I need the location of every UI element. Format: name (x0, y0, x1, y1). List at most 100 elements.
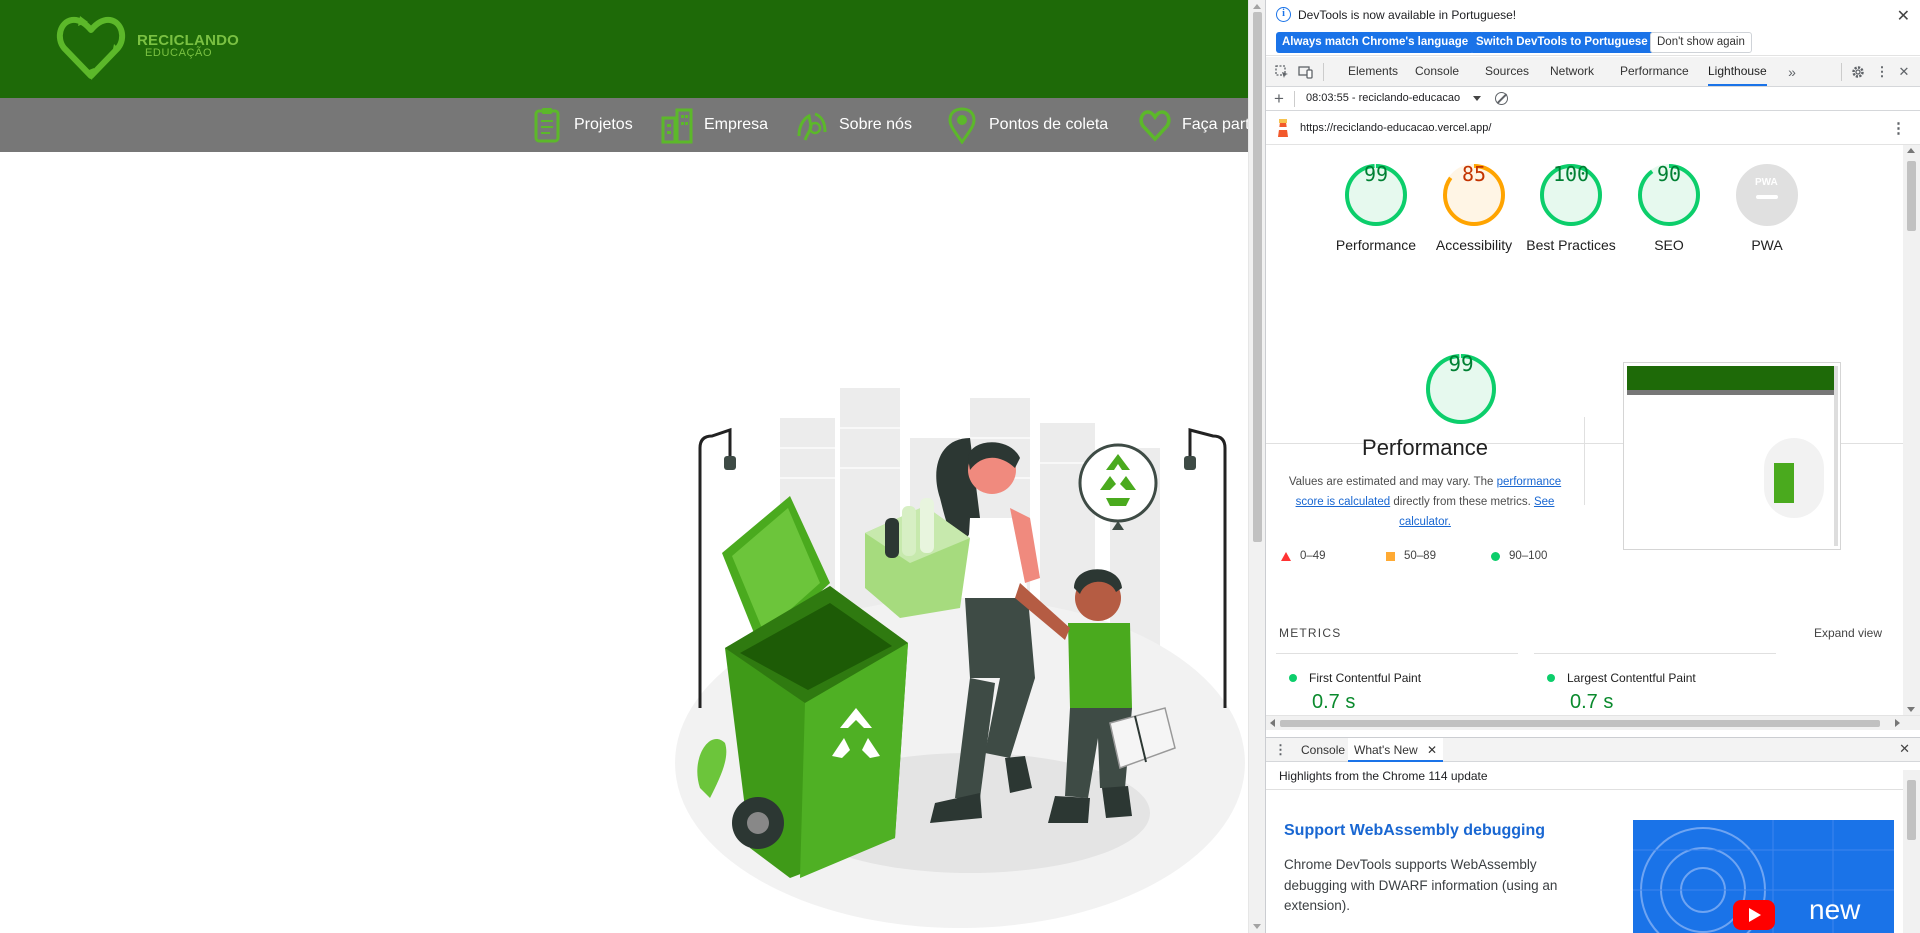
metric-value: 0.7 s (1570, 691, 1614, 713)
gauge-label: Best Practices (1526, 237, 1616, 253)
gauge-best-practices[interactable]: 100 Best Practices (1526, 162, 1615, 255)
metric-divider (1534, 653, 1776, 654)
tab-elements[interactable]: Elements (1348, 57, 1398, 86)
gauge-ring: 90 (1636, 162, 1702, 228)
final-screenshot-thumbnail[interactable] (1623, 362, 1841, 550)
gauge-performance[interactable]: 99 Performance (1336, 162, 1416, 255)
nav-item-sobre-nos[interactable]: Sobre nós (795, 98, 912, 152)
drawer-tab-console[interactable]: Console (1301, 738, 1345, 762)
scroll-left-arrow-icon[interactable] (1270, 719, 1275, 727)
gauge-value: 85 (1461, 162, 1487, 186)
report-horizontal-scrollbar[interactable] (1266, 715, 1920, 730)
scroll-thumb[interactable] (1907, 161, 1916, 231)
clear-reports-icon[interactable] (1495, 92, 1508, 105)
nav-item-pontos-de-coleta[interactable]: Pontos de coleta (945, 98, 1108, 152)
gauge-ring: 100 (1538, 162, 1604, 228)
close-drawer-icon[interactable]: ✕ (1899, 741, 1910, 757)
metric-fcp: First Contentful Paint 0.7 s (1289, 671, 1421, 714)
gauge-label: PWA (1751, 237, 1783, 253)
tab-performance[interactable]: Performance (1620, 57, 1689, 86)
legend-range: 0–49 (1300, 550, 1326, 562)
legend-average: 50–89 (1386, 550, 1436, 562)
performance-big-gauge: 99 (1386, 352, 1536, 426)
legend-range: 90–100 (1509, 550, 1548, 562)
scroll-right-arrow-icon[interactable] (1895, 719, 1900, 727)
metric-value: 0.7 s (1312, 691, 1356, 713)
nav-item-projetos[interactable]: Projetos (530, 98, 633, 152)
gauge-accessibility[interactable]: 85 Accessibility (1436, 162, 1512, 255)
tab-console[interactable]: Console (1415, 57, 1459, 86)
lighthouse-toolbar: + 08:03:55 - reciclando-educacao (1266, 87, 1920, 111)
map-pin-icon (948, 107, 976, 144)
website-viewport: RECICLANDO EDUCAÇÃO Projetos Empresa Sob… (0, 0, 1248, 933)
whats-new-body: Support WebAssembly debugging Chrome Dev… (1266, 790, 1903, 933)
gear-icon[interactable] (1850, 64, 1866, 80)
audited-url[interactable]: https://reciclando-educacao.vercel.app/ (1300, 122, 1491, 134)
orange-square-icon (1386, 551, 1395, 561)
more-tabs-chevron-icon[interactable]: » (1784, 64, 1800, 80)
drawer-tab-whats-new[interactable]: What's New ✕ (1348, 738, 1444, 762)
whats-new-video-thumbnail[interactable]: new (1633, 820, 1894, 933)
tab-sources[interactable]: Sources (1485, 57, 1529, 86)
report-scrollbar[interactable] (1903, 145, 1920, 715)
inspect-element-icon[interactable] (1274, 64, 1290, 80)
page-scrollbar[interactable] (1248, 0, 1265, 933)
video-label: new (1809, 894, 1861, 925)
switch-to-portuguese-button[interactable]: Switch DevTools to Portuguese (1470, 32, 1654, 53)
gauge-value: 90 (1656, 162, 1682, 186)
drawer-menu-kebab-icon[interactable]: ⋮ (1274, 742, 1287, 758)
dropdown-caret-icon[interactable] (1473, 96, 1481, 101)
toolbar-divider (1294, 91, 1295, 107)
gauge-pwa[interactable]: PWA PWA (1734, 162, 1800, 255)
nav-label: Projetos (574, 116, 633, 133)
report-select[interactable]: 08:03:55 - reciclando-educacao (1306, 92, 1476, 104)
heart-recycle-icon (1139, 110, 1171, 142)
metric-name: First Contentful Paint (1309, 671, 1422, 685)
always-match-language-button[interactable]: Always match Chrome's language (1276, 32, 1475, 53)
report-menu-kebab-icon[interactable]: ⋮ (1891, 119, 1906, 137)
gauge-value: 99 (1363, 162, 1389, 186)
legend-pass: 90–100 (1491, 550, 1547, 562)
scroll-down-arrow-icon[interactable] (1907, 707, 1915, 712)
scroll-thumb[interactable] (1280, 720, 1880, 727)
pass-dot-icon (1547, 674, 1555, 682)
expand-view-button[interactable]: Expand view (1814, 626, 1882, 640)
tab-network[interactable]: Network (1550, 57, 1594, 86)
scroll-thumb[interactable] (1253, 12, 1262, 542)
logo-subtitle: EDUCAÇÃO (145, 47, 213, 59)
site-nav: Projetos Empresa Sobre nós Pontos de col… (0, 98, 1248, 152)
close-icon[interactable]: ✕ (1897, 6, 1910, 26)
whats-new-headline[interactable]: Support WebAssembly debugging (1284, 822, 1545, 840)
dont-show-again-button[interactable]: Don't show again (1650, 32, 1752, 53)
recycle-heart-logo-icon[interactable] (54, 10, 128, 84)
gauge-ring: 85 (1441, 162, 1507, 228)
kebab-menu-icon[interactable]: ⋮ (1874, 64, 1890, 80)
close-tab-icon[interactable]: ✕ (1427, 743, 1437, 757)
toolbar-divider (1841, 63, 1842, 81)
nav-item-empresa[interactable]: Empresa (660, 98, 768, 152)
hands-icon (797, 112, 827, 141)
close-devtools-icon[interactable]: ✕ (1896, 64, 1912, 80)
gauge-seo[interactable]: 90 SEO (1636, 162, 1702, 255)
drawer-scrollbar[interactable] (1903, 770, 1920, 933)
scroll-up-arrow-icon[interactable] (1253, 4, 1261, 9)
performance-heading: Performance (1362, 435, 1488, 460)
nav-label: Sobre nós (839, 116, 912, 133)
scroll-thumb[interactable] (1907, 780, 1916, 840)
youtube-play-icon[interactable] (1733, 900, 1775, 930)
thumb-header (1627, 366, 1837, 390)
scroll-up-arrow-icon[interactable] (1907, 148, 1915, 153)
info-icon: i (1276, 7, 1291, 22)
nav-label: Faça part (1182, 116, 1248, 133)
nav-item-faca-parte[interactable]: Faça part (1138, 98, 1248, 152)
device-toolbar-icon[interactable] (1298, 64, 1314, 80)
nav-label: Pontos de coleta (989, 116, 1109, 133)
devtools-panel: i DevTools is now available in Portugues… (1265, 0, 1920, 933)
thumb-scrollbar (1834, 366, 1838, 546)
gauge-label: Performance (1335, 237, 1417, 253)
scroll-down-arrow-icon[interactable] (1253, 924, 1261, 929)
legend-fail: 0–49 (1281, 550, 1326, 562)
whats-new-description: Chrome DevTools supports WebAssembly deb… (1284, 857, 1558, 913)
new-report-plus-icon[interactable]: + (1274, 89, 1284, 109)
tab-lighthouse[interactable]: Lighthouse (1708, 57, 1767, 86)
